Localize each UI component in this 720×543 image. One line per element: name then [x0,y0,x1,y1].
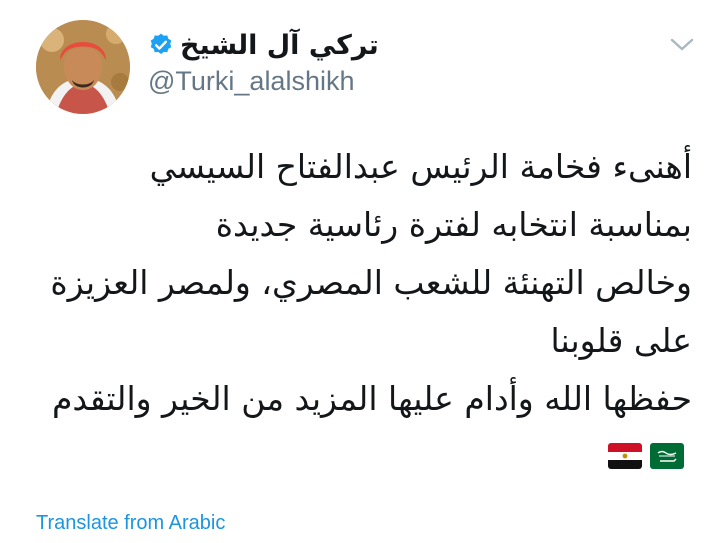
tweet-text-line: بمناسبة انتخابه لفترة رئاسية جديدة [215,205,692,244]
translate-link[interactable]: Translate from Arabic [36,512,225,535]
saudi-flag-icon [650,443,684,469]
tweet-card: تركي آل الشيخ @Turki_alalshikh أهنىء فخا… [0,0,720,543]
display-name: تركي آل الشيخ [180,29,379,61]
tweet-text-line: على قلوبنا [550,321,692,360]
verified-badge-icon [150,33,172,54]
tweet-text-line: أهنىء فخامة الرئيس عبدالفتاح السيسي [149,147,692,186]
tweet-text-line: وخالص التهنئة للشعب المصري، ولمصر العزيز… [50,263,692,302]
egypt-flag-icon [608,443,642,469]
tweet-text: أهنىء فخامة الرئيس عبدالفتاح السيسي بمنا… [40,138,692,428]
avatar[interactable] [36,20,130,114]
flag-emojis [608,443,684,469]
user-info: تركي آل الشيخ @Turki_alalshikh [148,26,568,98]
user-handle[interactable]: @Turki_alalshikh [148,64,568,98]
tweet-text-line: حفظها الله وأدام عليها المزيد من الخير و… [51,379,692,418]
display-name-row[interactable]: تركي آل الشيخ [148,26,568,64]
chevron-down-icon[interactable] [668,34,696,54]
avatar-photo [36,20,130,114]
